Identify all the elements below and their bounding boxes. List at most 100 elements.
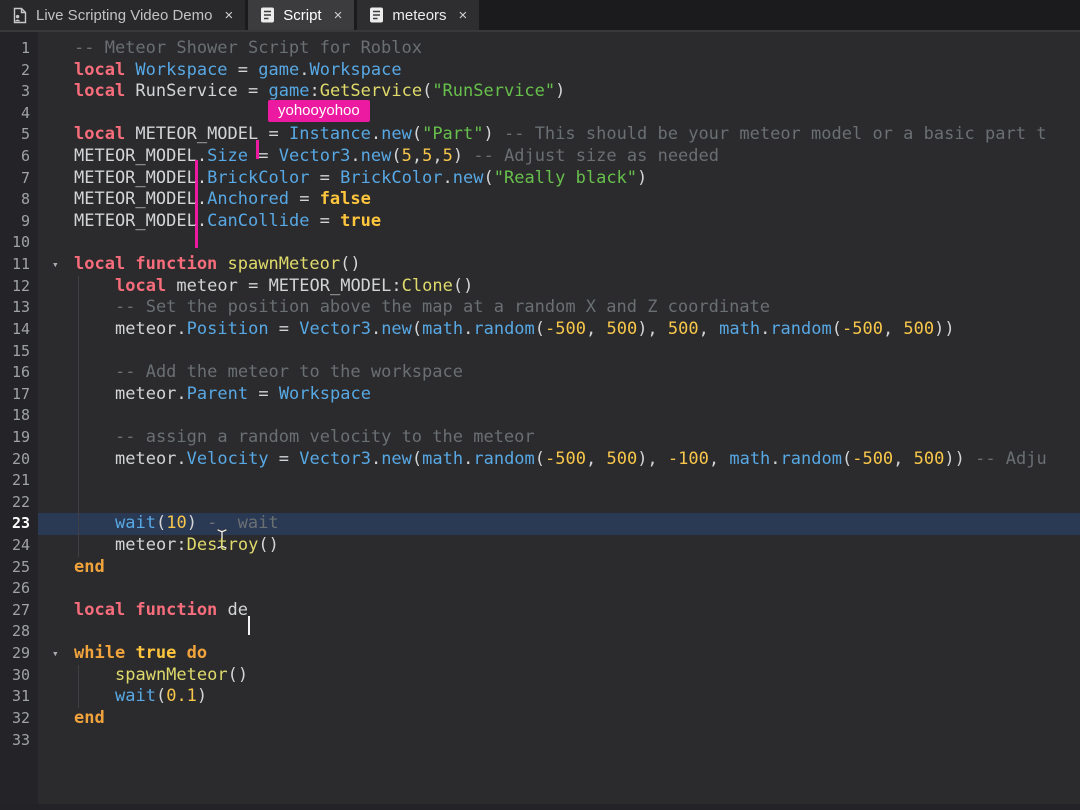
code-token: ) <box>197 686 207 706</box>
tab-script[interactable]: Script × <box>248 0 354 30</box>
code-token: while <box>74 643 125 663</box>
code-token: -- This should be your meteor model or a… <box>494 124 1047 144</box>
code-text: meteor.Parent = Workspace <box>74 384 1080 406</box>
code-token: end <box>74 557 105 577</box>
code-line-19[interactable]: 19-- assign a random velocity to the met… <box>0 427 1080 449</box>
code-line-32[interactable]: 32end <box>0 708 1080 730</box>
close-icon[interactable]: × <box>459 7 468 24</box>
code-line-22[interactable]: 22 <box>0 492 1080 514</box>
code-line-21[interactable]: 21 <box>0 470 1080 492</box>
indent-guide <box>78 341 79 363</box>
line-number: 20 <box>0 449 38 471</box>
fold-column <box>38 730 74 752</box>
code-token: Parent <box>187 384 248 404</box>
code-line-27[interactable]: 27local function de <box>0 600 1080 622</box>
code-token: . <box>176 449 186 469</box>
code-token: do <box>187 643 207 663</box>
code-token: Position <box>187 319 269 339</box>
code-line-26[interactable]: 26 <box>0 578 1080 600</box>
code-token: ) <box>453 146 463 166</box>
code-token: local function <box>74 254 228 274</box>
code-line-6[interactable]: 6METEOR_MODEL.Size = Vector3.new(5,5,5) … <box>0 146 1080 168</box>
code-text: wait(0.1) <box>74 686 1080 708</box>
code-line-30[interactable]: 30spawnMeteor() <box>0 665 1080 687</box>
line-number: 22 <box>0 492 38 514</box>
code-token: Vector3 <box>299 449 371 469</box>
code-line-14[interactable]: 14meteor.Position = Vector3.new(math.ran… <box>0 319 1080 341</box>
code-line-12[interactable]: 12local meteor = METEOR_MODEL:Clone() <box>0 276 1080 298</box>
code-token: -- Adjust size as needed <box>463 146 719 166</box>
script-editor[interactable]: 1-- Meteor Shower Script for Roblox2loca… <box>0 32 1080 810</box>
code-line-4[interactable]: 4 <box>0 103 1080 125</box>
fold-column <box>38 621 74 643</box>
code-token: . <box>176 319 186 339</box>
code-line-8[interactable]: 8METEOR_MODEL.Anchored = false <box>0 189 1080 211</box>
close-icon[interactable]: × <box>224 7 233 24</box>
code-text <box>74 621 1080 643</box>
fold-column <box>38 535 74 557</box>
tab-meteors[interactable]: meteors × <box>357 0 479 30</box>
code-token: -500 <box>545 449 586 469</box>
code-line-9[interactable]: 9METEOR_MODEL.CanCollide = true <box>0 211 1080 233</box>
line-number: 9 <box>0 211 38 233</box>
code-token: game <box>258 60 299 80</box>
indent-guide <box>78 319 79 341</box>
indent-guide <box>78 276 79 298</box>
horizontal-scrollbar-track[interactable] <box>0 804 1080 810</box>
code-token: ( <box>156 513 166 533</box>
line-number: 32 <box>0 708 38 730</box>
code-line-20[interactable]: 20meteor.Velocity = Vector3.new(math.ran… <box>0 449 1080 471</box>
code-line-24[interactable]: 24meteor:Destroy() <box>0 535 1080 557</box>
fold-column <box>38 708 74 730</box>
code-token: : <box>309 81 319 101</box>
code-line-23[interactable]: 23wait(10) - wait <box>0 513 1080 535</box>
code-line-5[interactable]: 5local METEOR_MODEL = Instance.new("Part… <box>0 124 1080 146</box>
code-line-13[interactable]: 13-- Set the position above the map at a… <box>0 297 1080 319</box>
code-token: . <box>299 60 309 80</box>
code-token: : <box>176 535 186 555</box>
fold-arrow-icon[interactable]: ▾ <box>38 254 74 276</box>
code-line-11[interactable]: 11▾local function spawnMeteor() <box>0 254 1080 276</box>
code-token: new <box>361 146 392 166</box>
code-text: -- Add the meteor to the workspace <box>74 362 1080 384</box>
code-token: ) <box>484 124 494 144</box>
code-token: () <box>228 665 248 685</box>
code-line-7[interactable]: 7METEOR_MODEL.BrickColor = BrickColor.ne… <box>0 168 1080 190</box>
code-token: , <box>432 146 442 166</box>
fold-column <box>38 297 74 319</box>
code-line-29[interactable]: 29▾while true do <box>0 643 1080 665</box>
tab-live-scripting-video-demo[interactable]: Live Scripting Video Demo × <box>0 0 245 30</box>
code-token: math <box>422 449 463 469</box>
code-token: ), <box>637 449 668 469</box>
code-line-1[interactable]: 1-- Meteor Shower Script for Roblox <box>0 38 1080 60</box>
code-text <box>74 405 1080 427</box>
indent-guide <box>78 492 79 514</box>
close-icon[interactable]: × <box>334 7 343 24</box>
code-line-2[interactable]: 2local Workspace = game.Workspace <box>0 60 1080 82</box>
code-token: CanCollide <box>207 211 309 231</box>
code-line-15[interactable]: 15 <box>0 341 1080 363</box>
code-line-28[interactable]: 28 <box>0 621 1080 643</box>
code-line-3[interactable]: 3local RunService = game:GetService("Run… <box>0 81 1080 103</box>
code-token: . <box>350 146 360 166</box>
indent-guide <box>78 513 79 535</box>
fold-column <box>38 665 74 687</box>
line-number: 24 <box>0 535 38 557</box>
line-number: 10 <box>0 232 38 254</box>
code-line-17[interactable]: 17 meteor.Parent = Workspace <box>0 384 1080 406</box>
code-token: ( <box>412 319 422 339</box>
code-line-10[interactable]: 10 <box>0 232 1080 254</box>
code-token <box>176 643 186 663</box>
code-line-25[interactable]: 25end <box>0 557 1080 579</box>
code-line-18[interactable]: 18 <box>0 405 1080 427</box>
line-number: 17 <box>0 384 38 406</box>
code-line-33[interactable]: 33 <box>0 730 1080 752</box>
line-number: 27 <box>0 600 38 622</box>
line-number: 16 <box>0 362 38 384</box>
fold-arrow-icon[interactable]: ▾ <box>38 643 74 665</box>
code-line-31[interactable]: 31wait(0.1) <box>0 686 1080 708</box>
code-line-16[interactable]: 16 -- Add the meteor to the workspace <box>0 362 1080 384</box>
code-lines: 1-- Meteor Shower Script for Roblox2loca… <box>0 38 1080 751</box>
code-token: ( <box>842 449 852 469</box>
indent-guide <box>78 427 79 449</box>
